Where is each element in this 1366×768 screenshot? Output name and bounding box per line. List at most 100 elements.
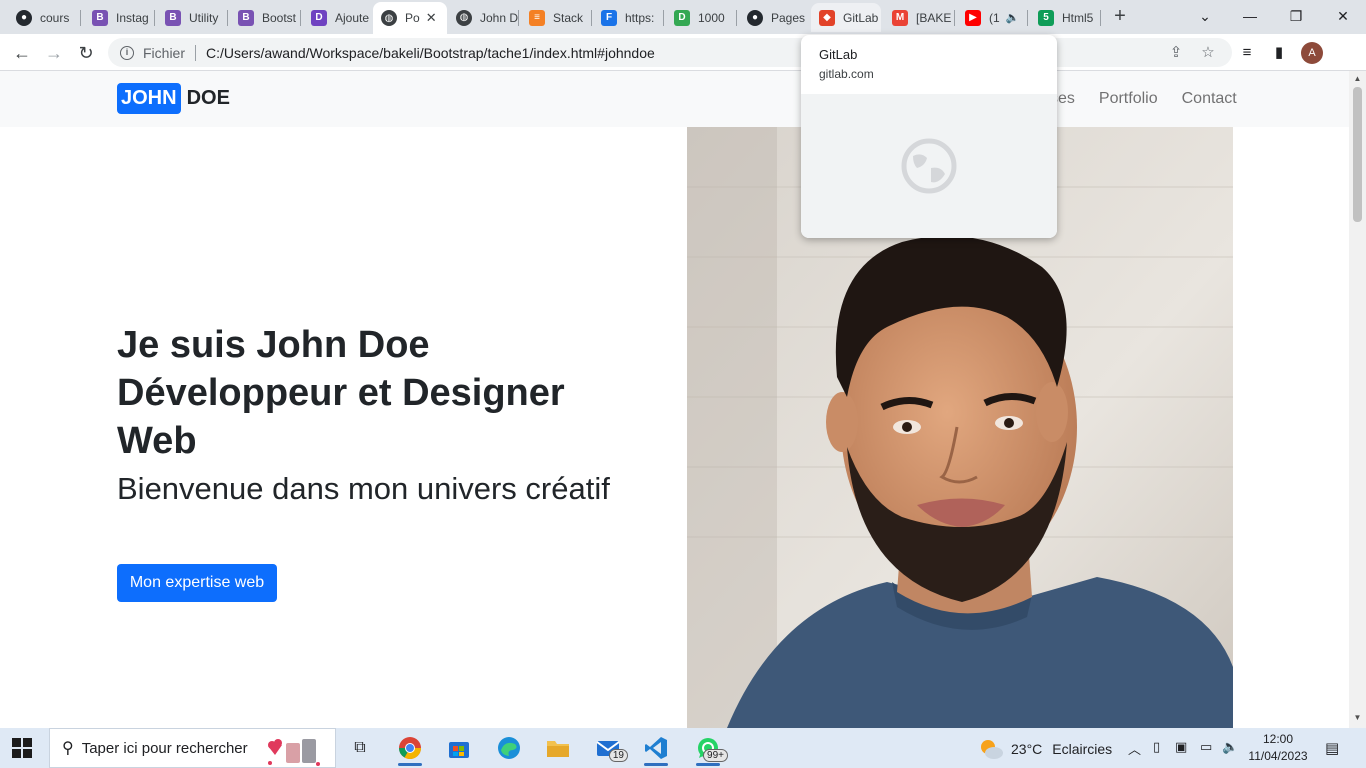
device-icon[interactable]: ▯ bbox=[1153, 739, 1160, 755]
tab-search-chevron-icon[interactable]: ⌄ bbox=[1182, 4, 1228, 28]
tab-bootstrap[interactable]: B Bootst bbox=[230, 3, 300, 32]
system-clock[interactable]: 12:00 11/04/2023 bbox=[1243, 731, 1313, 765]
hero-subtitle: Bienvenue dans mon univers créatif bbox=[117, 471, 610, 506]
info-icon[interactable]: i bbox=[120, 45, 134, 60]
restore-icon[interactable]: ❐ bbox=[1273, 4, 1319, 28]
browser-tab-strip: ● cours B Instag B Utility B Bootst D Aj… bbox=[0, 0, 1366, 34]
d-icon: D bbox=[311, 9, 327, 26]
minimize-icon[interactable]: — bbox=[1227, 4, 1273, 28]
weather-widget[interactable]: 23°C Eclaircies bbox=[979, 738, 1112, 760]
share-icon[interactable]: ⇪ bbox=[1166, 43, 1186, 63]
weather-temp: 23°C bbox=[1011, 741, 1043, 757]
edge-icon[interactable] bbox=[489, 732, 529, 764]
window-close-icon[interactable]: ✕ bbox=[1320, 4, 1366, 28]
battery-icon[interactable]: ▭ bbox=[1200, 739, 1212, 755]
expertise-button[interactable]: Mon expertise web bbox=[117, 564, 277, 602]
tab-stackoverflow[interactable]: ≡ Stack bbox=[521, 3, 591, 32]
mail-icon[interactable]: 19 bbox=[588, 732, 628, 764]
show-hidden-icons-chevron-icon[interactable]: ︿ bbox=[1128, 739, 1141, 758]
scheme-label: Fichier bbox=[143, 44, 186, 61]
tab-portfolio-active[interactable]: ◍ Po ✕ bbox=[373, 2, 447, 34]
hover-card-preview bbox=[801, 94, 1057, 238]
nav-link-contact[interactable]: Contact bbox=[1182, 90, 1237, 108]
tab-label: 1000 bbox=[698, 10, 725, 25]
weather-text: Eclaircies bbox=[1052, 741, 1113, 757]
reading-list-icon[interactable]: ≡ bbox=[1237, 43, 1257, 63]
gitlab-icon: ◆ bbox=[819, 9, 835, 26]
windows-start-icon[interactable] bbox=[12, 738, 32, 758]
tab-ajouter[interactable]: D Ajoute bbox=[303, 3, 373, 32]
tab-gitlab[interactable]: ◆ GitLab bbox=[811, 3, 881, 32]
site-brand[interactable]: JOHN DOE bbox=[117, 81, 230, 116]
clock-time: 12:00 bbox=[1262, 732, 1294, 746]
hero-title-line: Web bbox=[117, 420, 197, 462]
tab-label: [BAKE bbox=[916, 10, 952, 25]
back-arrow-icon[interactable]: ← bbox=[9, 40, 35, 66]
tab-john-doe[interactable]: ◍ John D bbox=[448, 3, 518, 32]
microsoft-store-icon[interactable] bbox=[439, 732, 479, 764]
github-icon: ● bbox=[747, 9, 763, 26]
tab-youtube[interactable]: ▶ (1 🔈 bbox=[957, 3, 1027, 32]
tab-gmail[interactable]: M [BAKE bbox=[884, 3, 954, 32]
bootstrap-icon: B bbox=[92, 9, 108, 26]
search-icon: ⚲ bbox=[62, 740, 74, 757]
html5-icon: 5 bbox=[1038, 9, 1054, 26]
search-placeholder: Taper ici pour rechercher bbox=[81, 739, 248, 757]
forward-arrow-icon[interactable]: → bbox=[41, 40, 67, 66]
bootstrap-icon: B bbox=[238, 9, 254, 26]
bookmark-star-icon[interactable]: ☆ bbox=[1198, 43, 1218, 63]
tab-label: Ajoute bbox=[335, 10, 370, 25]
side-panel-icon[interactable]: ▮ bbox=[1269, 43, 1289, 63]
address-bar[interactable]: i Fichier C:/Users/awand/Workspace/bakel… bbox=[108, 38, 1232, 67]
partly-sunny-icon bbox=[981, 740, 1003, 759]
volume-icon[interactable]: 🔈 bbox=[1222, 739, 1238, 755]
gmail-icon: M bbox=[892, 9, 908, 26]
vscode-icon[interactable] bbox=[636, 732, 676, 766]
profile-avatar[interactable]: A bbox=[1301, 42, 1323, 64]
tab-label: Bootst bbox=[262, 10, 297, 25]
tab-instagram[interactable]: B Instag bbox=[84, 3, 154, 32]
reload-icon[interactable]: ↻ bbox=[73, 40, 99, 66]
youtube-icon: ▶ bbox=[965, 9, 981, 26]
tab-html5[interactable]: 5 Html5 bbox=[1030, 3, 1100, 32]
tab-pages[interactable]: ● Pages bbox=[739, 3, 809, 32]
tab-label: cours bbox=[40, 10, 70, 25]
web-page: JOHN DOE ses Portfolio Contact Je suis J… bbox=[0, 71, 1349, 728]
close-tab-icon[interactable]: ✕ bbox=[426, 10, 437, 26]
f-icon: F bbox=[601, 9, 617, 26]
tab-cours[interactable]: ● cours bbox=[8, 3, 78, 32]
tab-label: (1 bbox=[989, 10, 1000, 25]
notifications-icon[interactable]: ▤ bbox=[1325, 739, 1339, 757]
bootstrap-icon: B bbox=[165, 9, 181, 26]
file-explorer-icon[interactable] bbox=[538, 732, 578, 764]
tab-label: Utility bbox=[189, 10, 219, 25]
chrome-taskbar-icon[interactable] bbox=[390, 732, 430, 766]
speaker-icon[interactable]: 🔈 bbox=[1006, 11, 1020, 24]
page-scrollbar[interactable]: ▲ ▼ bbox=[1349, 71, 1366, 728]
github-icon: ● bbox=[16, 9, 32, 26]
tab-utility[interactable]: B Utility bbox=[157, 3, 227, 32]
globe-icon: ◍ bbox=[381, 10, 397, 26]
hero-title-line: Je suis John Doe bbox=[117, 324, 430, 366]
tab-label: Html5 bbox=[1062, 10, 1094, 25]
hero-title-line: Développeur et Designer bbox=[117, 372, 565, 414]
tab-https[interactable]: F https: bbox=[593, 3, 663, 32]
scroll-down-icon[interactable]: ▼ bbox=[1353, 713, 1362, 722]
network-monitor-icon[interactable]: ▣ bbox=[1175, 739, 1187, 755]
hero-title: Je suis John Doe Développeur et Designer… bbox=[117, 321, 657, 465]
task-view-icon[interactable]: ⧉ bbox=[340, 732, 380, 764]
nav-link-portfolio[interactable]: Portfolio bbox=[1099, 90, 1158, 108]
globe-placeholder-icon bbox=[901, 138, 957, 194]
url-text[interactable]: C:/Users/awand/Workspace/bakeli/Bootstra… bbox=[206, 45, 655, 61]
tab-label: Instag bbox=[116, 10, 149, 25]
new-tab-button[interactable]: + bbox=[1108, 5, 1132, 29]
tab-1000[interactable]: D 1000 bbox=[666, 3, 736, 32]
scroll-up-icon[interactable]: ▲ bbox=[1353, 74, 1362, 83]
tab-label: Stack bbox=[553, 10, 584, 25]
d-green-icon: D bbox=[674, 9, 690, 26]
taskbar-search[interactable]: ⚲ Taper ici pour rechercher bbox=[49, 728, 336, 768]
whatsapp-icon[interactable]: 99+ bbox=[688, 732, 728, 766]
mail-badge: 19 bbox=[608, 749, 628, 762]
search-highlight-luggage-icon bbox=[268, 739, 320, 766]
scroll-thumb[interactable] bbox=[1353, 87, 1362, 222]
